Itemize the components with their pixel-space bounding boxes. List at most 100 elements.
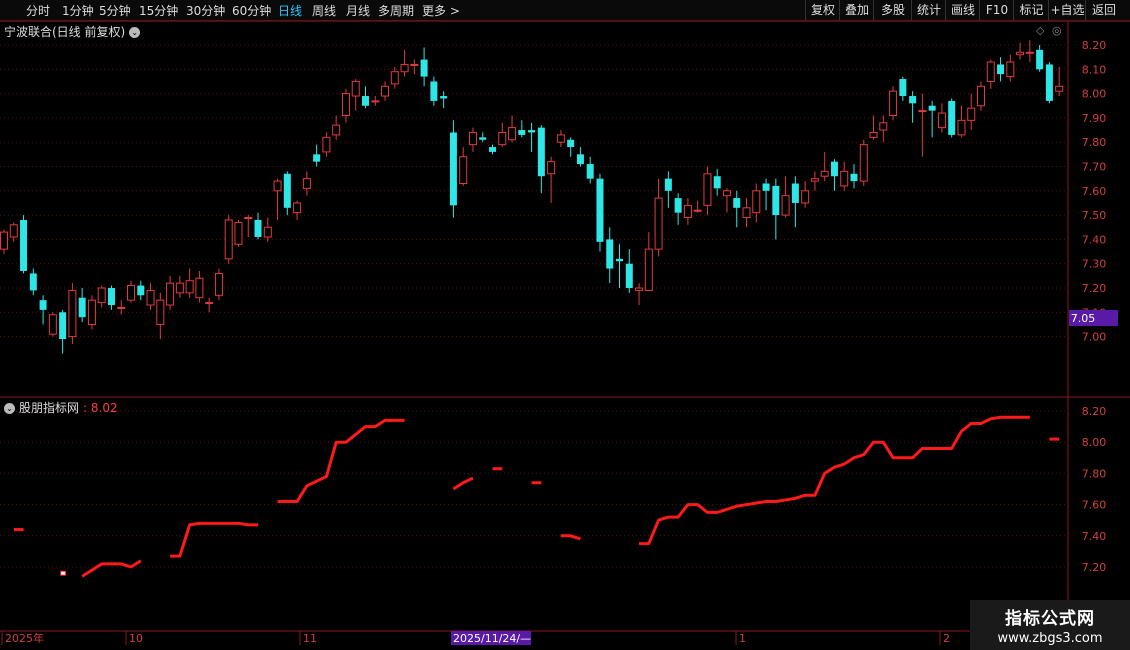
candle <box>371 96 380 106</box>
candle <box>742 198 751 228</box>
candle <box>683 198 692 225</box>
candle <box>586 156 594 184</box>
indicator-segment <box>560 534 581 541</box>
candle <box>635 283 644 306</box>
candle <box>840 161 849 191</box>
chevron-down-icon[interactable]: ⌄ <box>4 403 15 414</box>
candle <box>390 66 399 89</box>
candle-body-up <box>117 306 126 309</box>
candle-body-up <box>742 207 751 219</box>
candle-body-up <box>332 124 341 136</box>
candle-body-up <box>381 85 390 97</box>
candle-body-up <box>967 107 976 121</box>
candle-body-down <box>674 198 682 213</box>
candle-body-down <box>283 173 291 208</box>
candle-body-down <box>313 154 321 162</box>
candle <box>879 115 888 143</box>
candle-body-down <box>29 273 37 291</box>
candle-body-up <box>146 289 155 306</box>
candle <box>713 168 721 196</box>
candle <box>508 115 517 143</box>
candle <box>400 49 409 77</box>
candle <box>29 268 37 296</box>
candle-body-up <box>1025 51 1034 54</box>
candle-body-down <box>576 154 584 165</box>
date-tick-label: 1 <box>739 632 746 645</box>
candle <box>332 115 341 140</box>
candle <box>156 292 165 340</box>
price-tick-label: 7.00 <box>1082 331 1107 344</box>
candle-body-up <box>859 144 868 182</box>
candle <box>576 147 584 167</box>
candle-body-down <box>850 173 858 182</box>
candle <box>859 139 868 186</box>
candle-body-up <box>869 131 878 138</box>
candle-body-up <box>840 170 849 187</box>
candle <box>1006 54 1015 82</box>
candle-body-down <box>528 130 536 133</box>
price-tick-label: 7.30 <box>1082 258 1107 271</box>
candle-body-down <box>20 219 28 271</box>
candle-body-up <box>371 100 380 103</box>
candle <box>986 59 995 89</box>
price-tick-label: 7.80 <box>1082 136 1107 149</box>
candle-body-up <box>263 226 272 238</box>
watermark-url: www.zbgs3.com <box>997 631 1103 646</box>
candle <box>489 144 496 155</box>
indicator-name: 股朋指标网 <box>19 401 80 415</box>
candle-body-down <box>997 64 1005 75</box>
candle-body-up <box>205 302 214 305</box>
candle-body-down <box>518 130 526 135</box>
candle <box>830 159 838 191</box>
candle <box>596 173 604 252</box>
price-tick-label: 8.20 <box>1082 39 1107 52</box>
candle <box>263 217 272 242</box>
candle-body-up <box>156 299 165 325</box>
watermark-title: 指标公式网 <box>1005 609 1095 629</box>
indicator-tick-label: 8.00 <box>1082 436 1107 449</box>
candle-body-down <box>537 127 545 177</box>
candle <box>537 125 545 194</box>
candle <box>97 285 106 308</box>
indicator-tick-label: 7.20 <box>1082 561 1107 574</box>
candle-body-up <box>410 63 419 66</box>
candle <box>175 275 184 298</box>
candle <box>59 309 67 354</box>
candle-body-down <box>1036 49 1044 70</box>
indicator-segment <box>170 521 259 558</box>
candle-body-down <box>664 178 672 191</box>
current-price-label: 7.05 <box>1071 312 1096 325</box>
price-tick-label: 8.00 <box>1082 88 1107 101</box>
candle <box>556 130 565 148</box>
candle <box>928 100 936 138</box>
candle <box>1036 45 1044 72</box>
candle-body-up <box>879 122 888 131</box>
candle <box>1045 62 1053 104</box>
candlesticks <box>0 40 1064 354</box>
candle <box>78 288 86 323</box>
candle <box>293 200 302 220</box>
candle <box>547 156 556 203</box>
candle <box>918 93 927 157</box>
candle-body-up <box>937 112 946 129</box>
candle-body-up <box>957 119 966 136</box>
candle-body-down <box>479 137 487 140</box>
candle <box>410 59 419 75</box>
candle <box>195 270 204 303</box>
indicator-segment <box>81 559 142 578</box>
candle-body-down <box>59 312 67 340</box>
candle <box>224 215 233 264</box>
candle <box>733 190 741 228</box>
candle-body-up <box>48 314 57 335</box>
candle-body-up <box>224 219 233 260</box>
candle-body-down <box>928 105 936 111</box>
candle-body-up <box>341 93 350 116</box>
candle-body-down <box>713 176 721 189</box>
candle-body-up <box>635 287 644 291</box>
candle <box>107 285 115 310</box>
candle-body-down <box>791 183 799 203</box>
candle <box>967 93 976 131</box>
candle <box>850 164 858 189</box>
candle-body-up <box>781 195 790 216</box>
kline-chart[interactable]: 8.20 8.10 8.00 7.90 7.80 7.70 7.60 7.50 7.40 7.30… <box>0 0 1130 650</box>
